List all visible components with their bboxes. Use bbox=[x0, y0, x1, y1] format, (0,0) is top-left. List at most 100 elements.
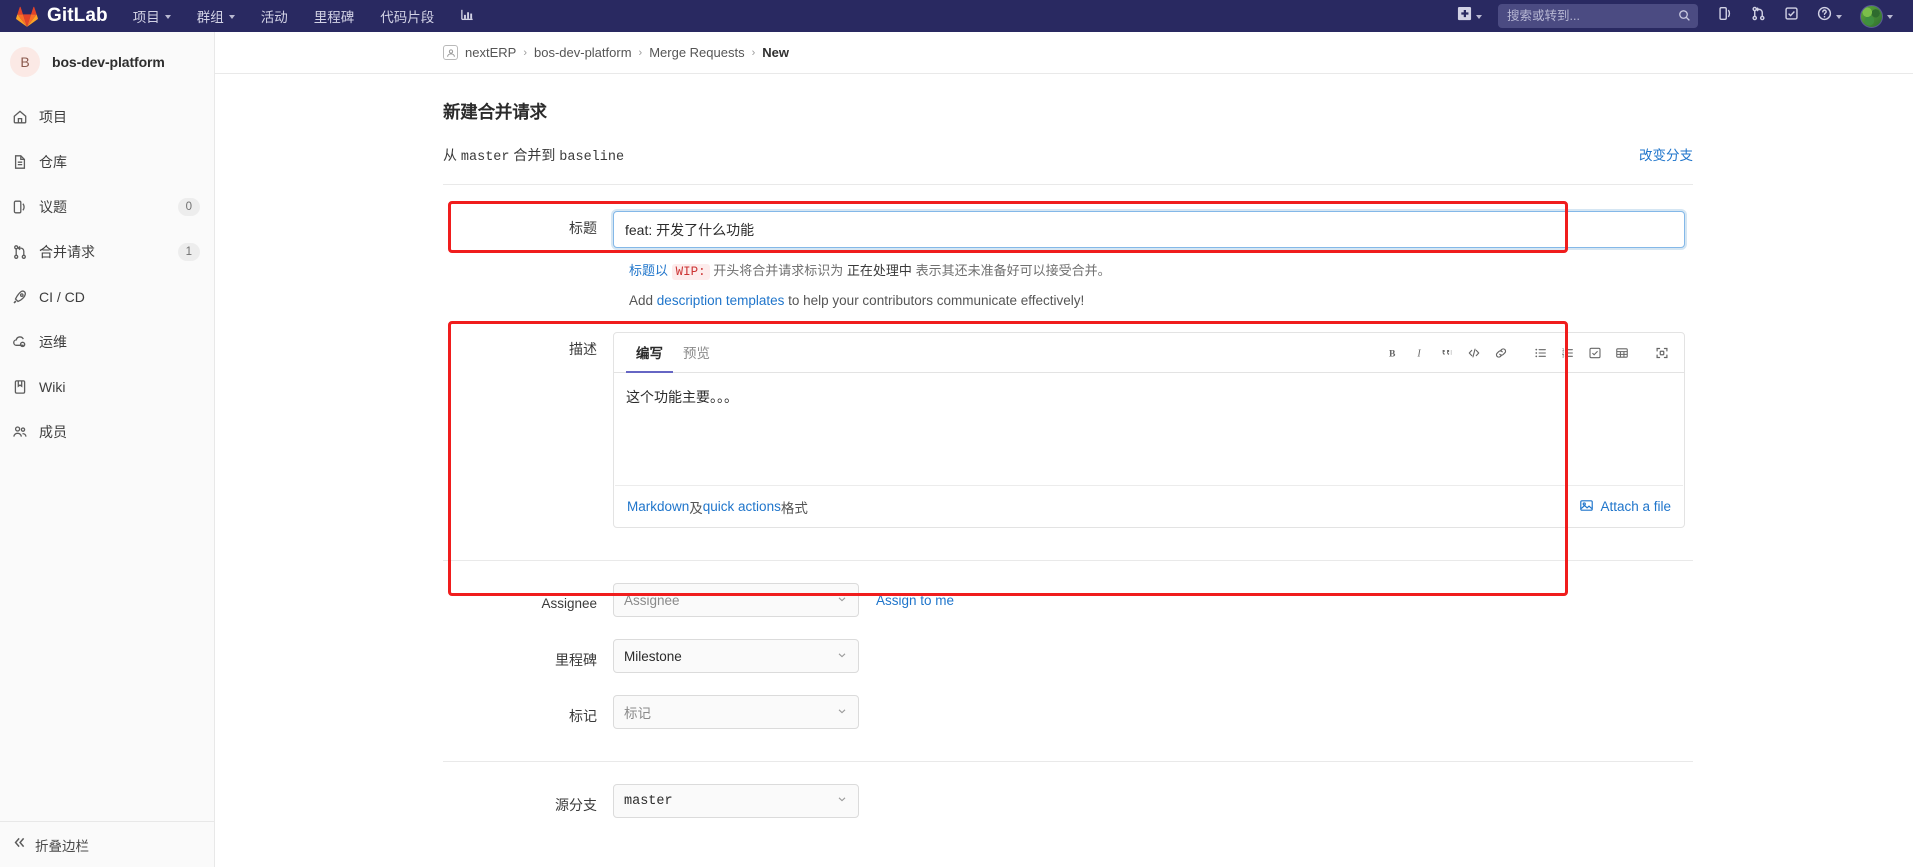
assignee-select[interactable]: Assignee bbox=[613, 583, 859, 617]
chevron-down-icon bbox=[164, 15, 171, 19]
quote-icon[interactable] bbox=[1434, 340, 1459, 365]
sidebar-item-members[interactable]: 成员 bbox=[0, 409, 214, 454]
todos-link[interactable] bbox=[1776, 0, 1807, 32]
breadcrumb-separator: › bbox=[751, 46, 756, 59]
fullscreen-icon[interactable] bbox=[1649, 340, 1674, 365]
description-template-hint-suffix: to help your contributors communicate ef… bbox=[788, 293, 1085, 308]
change-branches-link[interactable]: 改变分支 bbox=[1639, 144, 1693, 164]
sidebar-project-name: bos-dev-platform bbox=[52, 54, 165, 70]
merge-requests-link[interactable] bbox=[1743, 0, 1774, 32]
labels-select-value: 标记 bbox=[624, 706, 651, 721]
wip-token: WIP: bbox=[671, 264, 710, 280]
nav-item-projects-label: 项目 bbox=[132, 10, 160, 25]
code-icon[interactable] bbox=[1461, 340, 1486, 365]
nav-item-projects[interactable]: 项目 bbox=[120, 0, 184, 32]
sidebar-item-issues-label: 议题 bbox=[39, 198, 67, 215]
sidebar-item-cicd[interactable]: CI / CD bbox=[0, 274, 214, 319]
sidebar-item-merge-requests[interactable]: 合并请求 1 bbox=[0, 229, 214, 274]
gitlab-tanuki-icon bbox=[16, 6, 38, 27]
attach-file-button[interactable]: Attach a file bbox=[1579, 498, 1671, 516]
milestone-label: 里程碑 bbox=[555, 651, 597, 668]
title-wip-hint-link[interactable]: 标题以 bbox=[629, 263, 668, 278]
quick-actions-link[interactable]: quick actions bbox=[703, 499, 781, 514]
nav-item-activity[interactable]: 活动 bbox=[248, 0, 301, 32]
table-icon[interactable] bbox=[1609, 340, 1634, 365]
chevron-double-left-icon bbox=[12, 835, 27, 855]
markdown-help-link[interactable]: Markdown bbox=[627, 499, 689, 514]
milestone-select[interactable]: Milestone bbox=[613, 639, 859, 673]
svg-text:B: B bbox=[1388, 348, 1395, 359]
sidebar-item-issues[interactable]: 议题 0 bbox=[0, 184, 214, 229]
nav-item-snippets-label: 代码片段 bbox=[380, 10, 435, 25]
nav-item-snippets[interactable]: 代码片段 bbox=[367, 0, 447, 32]
sidebar-item-operations[interactable]: 运维 bbox=[0, 319, 214, 364]
user-menu[interactable] bbox=[1852, 0, 1901, 32]
title-wip-hint-a2: 开头将合并请求标识为 bbox=[713, 263, 844, 278]
link-icon[interactable] bbox=[1488, 340, 1513, 365]
target-branch-name: baseline bbox=[559, 150, 625, 165]
source-branch-select[interactable]: master bbox=[613, 784, 859, 818]
plus-square-icon bbox=[1457, 6, 1472, 26]
todos-icon bbox=[1784, 6, 1799, 26]
main-content: nextERP › bos-dev-platform › Merge Reque… bbox=[215, 32, 1913, 867]
project-avatar: B bbox=[10, 47, 40, 77]
chart-icon bbox=[460, 7, 475, 25]
nav-item-milestones[interactable]: 里程碑 bbox=[301, 0, 368, 32]
description-templates-link[interactable]: description templates bbox=[657, 293, 785, 308]
assignee-label: Assignee bbox=[541, 596, 597, 611]
breadcrumb-item-0[interactable]: nextERP bbox=[465, 45, 516, 60]
tab-preview[interactable]: 预览 bbox=[673, 333, 720, 373]
avatar bbox=[1860, 4, 1883, 28]
merge-requests-icon bbox=[1751, 6, 1766, 26]
task-list-icon[interactable] bbox=[1582, 340, 1607, 365]
project-sidebar: B bos-dev-platform 项目 仓库 议题 0 合并请求 1 CI … bbox=[0, 32, 215, 867]
breadcrumb-item-2[interactable]: Merge Requests bbox=[649, 45, 744, 60]
chevron-down-icon bbox=[1836, 15, 1842, 19]
svg-text:3: 3 bbox=[1561, 353, 1564, 358]
labels-select[interactable]: 标记 bbox=[613, 695, 859, 729]
global-search[interactable] bbox=[1498, 4, 1698, 28]
description-editor: 编写 预览 B I 1 2 3 这个功能主要。。。 Markdown 及 qui… bbox=[613, 332, 1685, 528]
book-icon bbox=[12, 379, 32, 395]
sidebar-item-issues-badge: 0 bbox=[177, 197, 200, 216]
divider bbox=[443, 560, 1693, 561]
breadcrumb: nextERP › bos-dev-platform › Merge Reque… bbox=[215, 32, 1913, 74]
description-field-label: 描述 bbox=[569, 341, 597, 357]
gitlab-logo-link[interactable]: GitLab bbox=[0, 0, 120, 32]
nav-item-milestones-label: 里程碑 bbox=[313, 10, 355, 25]
numbered-list-icon[interactable]: 1 2 3 bbox=[1555, 340, 1580, 365]
assign-to-me-link[interactable]: Assign to me bbox=[876, 593, 954, 608]
nav-item-groups[interactable]: 群组 bbox=[184, 0, 248, 32]
title-input[interactable] bbox=[613, 211, 1685, 248]
description-field-group: 描述 编写 预览 B I 1 2 3 这个功能主要。。。 Markdown 及 … bbox=[443, 321, 1913, 596]
sidebar-item-project[interactable]: 项目 bbox=[0, 94, 214, 139]
description-editor-tabs: 编写 预览 B I 1 2 3 bbox=[614, 333, 1684, 373]
italic-icon[interactable]: I bbox=[1407, 340, 1432, 365]
nav-item-analytics[interactable] bbox=[447, 0, 488, 32]
tab-write[interactable]: 编写 bbox=[626, 333, 673, 373]
nav-item-groups-label: 群组 bbox=[196, 10, 224, 25]
sidebar-item-wiki[interactable]: Wiki bbox=[0, 364, 214, 409]
description-textarea[interactable]: 这个功能主要。。。 bbox=[614, 373, 1684, 485]
source-branch-name: master bbox=[460, 150, 510, 165]
labels-label: 标记 bbox=[569, 707, 597, 724]
issues-icon bbox=[12, 199, 32, 215]
file-icon bbox=[12, 154, 32, 170]
bullet-list-icon[interactable] bbox=[1528, 340, 1553, 365]
search-input[interactable] bbox=[1498, 4, 1698, 28]
new-item-button[interactable] bbox=[1449, 0, 1490, 32]
bold-icon[interactable]: B bbox=[1380, 340, 1405, 365]
help-menu[interactable] bbox=[1809, 0, 1850, 32]
sidebar-project-header[interactable]: B bos-dev-platform bbox=[0, 32, 214, 92]
title-wip-hint-a3: 正在处理中 bbox=[846, 263, 912, 278]
sidebar-nav-list: 项目 仓库 议题 0 合并请求 1 CI / CD 运维 Wiki 成员 bbox=[0, 92, 214, 454]
breadcrumb-item-1[interactable]: bos-dev-platform bbox=[534, 45, 632, 60]
sidebar-item-repository[interactable]: 仓库 bbox=[0, 139, 214, 184]
attach-file-label: Attach a file bbox=[1600, 499, 1671, 514]
merge-request-form: 新建合并请求 从 master 合并到 baseline 改变分支 标题 标题以… bbox=[215, 99, 1913, 818]
issues-link[interactable] bbox=[1710, 0, 1741, 32]
divider bbox=[443, 761, 1693, 762]
milestone-select-value: Milestone bbox=[624, 648, 682, 664]
collapse-sidebar-label: 折叠边栏 bbox=[35, 838, 89, 854]
collapse-sidebar-button[interactable]: 折叠边栏 bbox=[0, 821, 214, 867]
